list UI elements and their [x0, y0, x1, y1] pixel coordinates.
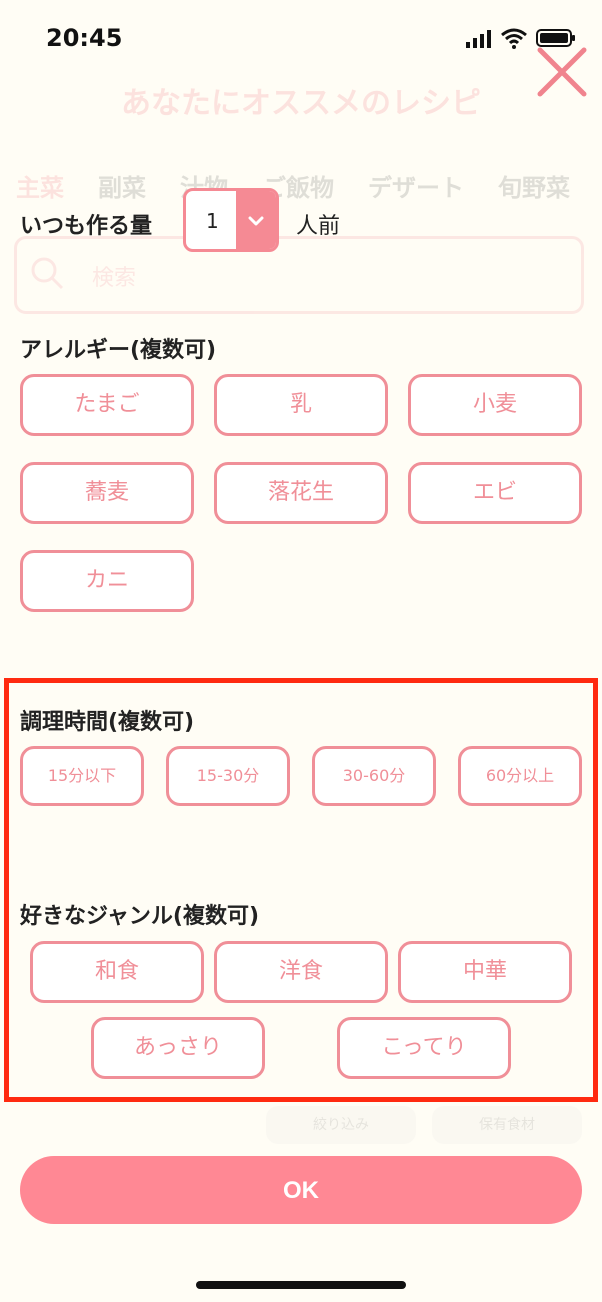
- background-app: あなたにオススメのレシピ 主菜 副菜 汁物 ご飯物 デザート 旬野菜 検索 絞り…: [0, 0, 602, 1302]
- cook-time-option-15-30min[interactable]: 15-30分: [166, 746, 290, 806]
- cellular-signal-icon: [466, 30, 491, 48]
- cook-time-option-30-60min[interactable]: 30-60分: [312, 746, 436, 806]
- allergy-option-buckwheat[interactable]: 蕎麦: [20, 462, 194, 524]
- genre-option-chinese[interactable]: 中華: [398, 941, 572, 1003]
- cook-time-title: 調理時間(複数可): [20, 710, 195, 735]
- search-icon: [31, 257, 64, 290]
- allergy-option-crab[interactable]: カニ: [20, 550, 194, 612]
- allergy-option-wheat[interactable]: 小麦: [408, 374, 582, 436]
- home-indicator: [196, 1281, 406, 1289]
- allergy-option-egg[interactable]: たまご: [20, 374, 194, 436]
- cook-time-option-15min-under[interactable]: 15分以下: [20, 746, 144, 806]
- background-filter-button: 絞り込み: [266, 1106, 416, 1144]
- background-tab: デザート: [368, 174, 464, 202]
- close-icon[interactable]: [536, 46, 588, 98]
- amount-value: 1: [206, 209, 219, 233]
- wifi-icon: [501, 28, 527, 49]
- amount-label: いつも作る量: [20, 214, 153, 239]
- allergy-option-shrimp[interactable]: エビ: [408, 462, 582, 524]
- genre-option-western[interactable]: 洋食: [214, 941, 388, 1003]
- background-tab: 主菜: [16, 174, 64, 202]
- background-tab: 副菜: [98, 174, 146, 202]
- genre-option-light[interactable]: あっさり: [91, 1017, 265, 1079]
- chevron-down-icon: [248, 216, 264, 226]
- status-time: 20:45: [46, 24, 123, 52]
- allergy-option-milk[interactable]: 乳: [214, 374, 388, 436]
- background-tab: 旬野菜: [498, 174, 570, 202]
- background-title: あなたにオススメのレシピ: [121, 86, 481, 121]
- background-ingredients-button: 保有食材: [432, 1106, 582, 1144]
- ok-button[interactable]: OK: [20, 1156, 582, 1224]
- background-tabs: 主菜 副菜 汁物 ご飯物 デザート 旬野菜: [16, 168, 570, 203]
- amount-unit: 人前: [296, 214, 341, 239]
- allergy-option-peanut[interactable]: 落花生: [214, 462, 388, 524]
- background-search-placeholder: 検索: [92, 266, 137, 291]
- background-search-box: [14, 236, 584, 314]
- genre-option-japanese[interactable]: 和食: [30, 941, 204, 1003]
- status-bar: 20:45: [0, 0, 602, 80]
- genre-title: 好きなジャンル(複数可): [20, 904, 260, 929]
- allergy-title: アレルギー(複数可): [20, 338, 217, 363]
- cook-time-option-60min-over[interactable]: 60分以上: [458, 746, 582, 806]
- amount-select[interactable]: 1: [183, 188, 279, 252]
- battery-icon: [536, 29, 575, 47]
- genre-option-rich[interactable]: こってり: [337, 1017, 511, 1079]
- dropdown-arrow[interactable]: [236, 191, 276, 249]
